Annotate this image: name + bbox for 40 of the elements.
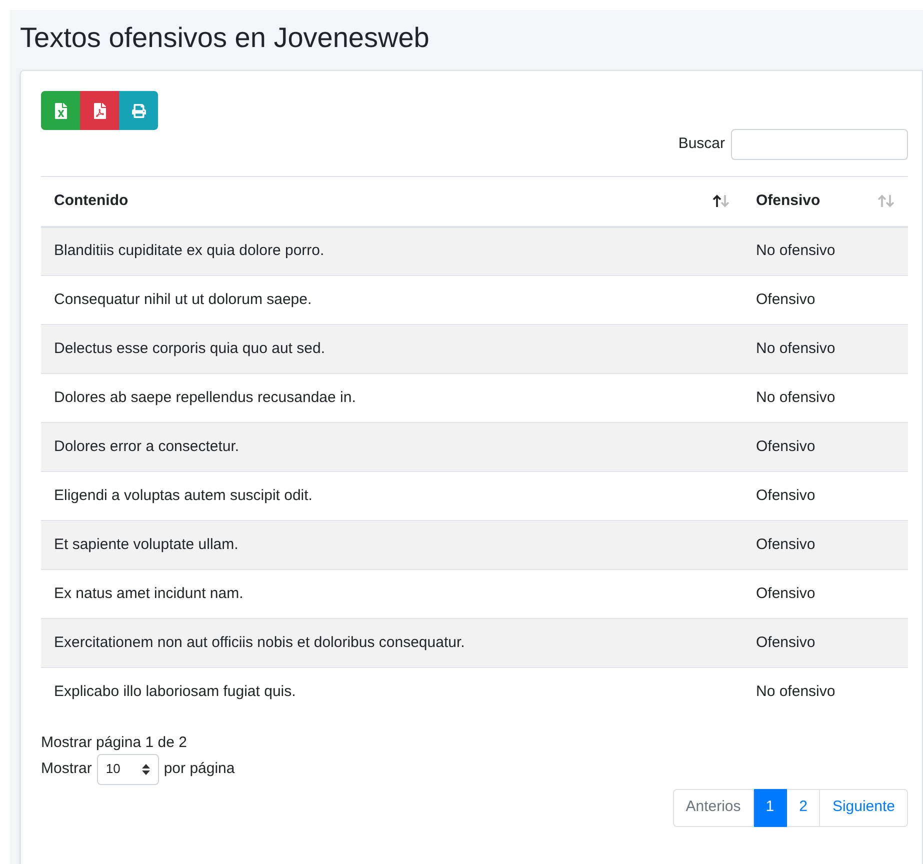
table-cell: Dolores error a consectetur. (41, 422, 743, 472)
table-cell: Blanditiis cupiditate ex quia dolore porro. (41, 226, 743, 276)
pagination-button[interactable]: 2 (787, 788, 820, 826)
page-size-label: Mostrar (41, 758, 92, 779)
spreadsheet-file-icon (54, 102, 68, 118)
excel-export-button[interactable] (41, 91, 80, 130)
print-button[interactable] (119, 91, 158, 130)
table-cell: Ofensivo (743, 422, 908, 472)
table-cell: Explicabo illo laboriosam fugiat quis. (41, 668, 743, 716)
pagination-button[interactable]: 1 (754, 788, 788, 826)
table-cell: Dolores ab saepe repellendus recusandae in. (41, 374, 743, 422)
table-cell: Ofensivo (743, 276, 908, 324)
table-cell: No ofensivo (743, 374, 908, 422)
search-label: Buscar (678, 134, 725, 154)
table-cell: Consequatur nihil ut ut dolorum saepe. (41, 276, 743, 324)
table-cell: Ofensivo (743, 520, 908, 570)
column-header[interactable]: Contenido (41, 176, 743, 226)
table-cell: No ofensivo (743, 324, 908, 374)
table-cell: Eligendi a voluptas autem suscipit odit. (41, 472, 743, 520)
table-cell: Ofensivo (743, 472, 908, 520)
pdf-export-button[interactable] (80, 91, 119, 130)
table-cell: Ex natus amet incidunt nam. (41, 570, 743, 618)
sort-icon[interactable] (712, 194, 730, 208)
page-info: Mostrar página 1 de 2 (41, 732, 188, 752)
table-cell: Et sapiente voluptate ullam. (41, 520, 743, 570)
select-caret-icon (142, 764, 150, 774)
table-cell: No ofensivo (743, 668, 908, 716)
table-cell: Ofensivo (743, 570, 908, 618)
column-header[interactable]: Ofensivo (743, 176, 908, 226)
pdf-file-icon (92, 102, 106, 118)
table-cell: Exercitationem non aut officiis nobis et doloribus consequatur. (41, 618, 743, 668)
table-cell: Ofensivo (743, 618, 908, 668)
printer-icon (132, 102, 146, 118)
pagination-button[interactable]: Siguiente (820, 788, 908, 826)
page-size-select[interactable]: 10 (96, 754, 159, 784)
page-size-suffix: por página (164, 758, 235, 779)
table-cell: No ofensivo (743, 226, 908, 276)
table-cell: Delectus esse corporis quia quo aut sed. (41, 324, 743, 374)
page-title: Textos ofensivos en Jovenesweb (20, 21, 430, 55)
search-field[interactable] (731, 129, 908, 160)
